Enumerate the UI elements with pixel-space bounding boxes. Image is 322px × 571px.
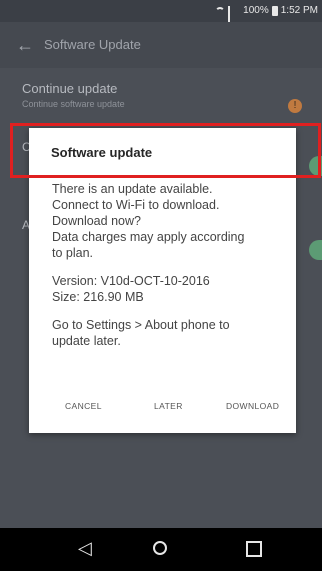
list-item-subtitle: Continue software update <box>22 99 125 109</box>
list-item-continue-update[interactable]: Continue update Continue software update… <box>22 81 312 113</box>
version-text: Version: V10d-OCT-10-2016 <box>52 274 210 288</box>
battery-icon <box>271 5 278 16</box>
page-title: Software Update <box>44 37 141 52</box>
nav-back-icon[interactable]: ◁ <box>78 538 92 559</box>
list-item-title: Continue update <box>22 81 118 96</box>
dialog-version-info: Version: V10d-OCT-10-2016 Size: 216.90 M… <box>52 273 290 305</box>
dialog-message: There is an update available. Connect to… <box>52 181 290 261</box>
highlight-box <box>10 123 321 178</box>
message-line: There is an update available. <box>52 182 213 196</box>
back-arrow-icon[interactable]: ← <box>16 35 34 56</box>
download-button[interactable]: DOWNLOAD <box>226 401 279 411</box>
hint-line: update later. <box>52 334 121 348</box>
navigation-bar: ◁ <box>0 528 322 571</box>
status-icons: 100% 1:52 PM <box>215 5 318 30</box>
dialog-body: There is an update available. Connect to… <box>52 181 290 361</box>
nav-home-icon[interactable] <box>153 541 167 555</box>
cancel-button[interactable]: CANCEL <box>65 401 102 411</box>
nav-recent-icon[interactable] <box>246 541 262 557</box>
clock: 1:52 PM <box>280 5 318 16</box>
message-line: Data charges may apply according <box>52 230 245 244</box>
later-button[interactable]: LATER <box>154 401 183 411</box>
status-bar: 100% 1:52 PM <box>0 0 322 30</box>
hint-line: Go to Settings > About phone to <box>52 318 230 332</box>
dialog-hint: Go to Settings > About phone to update l… <box>52 317 290 349</box>
alert-badge: ! <box>288 99 302 113</box>
size-text: Size: 216.90 MB <box>52 290 144 304</box>
message-line: to plan. <box>52 246 94 260</box>
signal-icon <box>228 6 240 30</box>
message-line: Connect to Wi-Fi to download. <box>52 198 220 212</box>
battery-percent: 100% <box>243 5 269 16</box>
dialog-actions: CANCEL LATER DOWNLOAD <box>29 401 296 415</box>
app-bar: ← Software Update <box>0 22 322 68</box>
toggle-indicator <box>309 240 322 260</box>
wifi-icon <box>215 6 226 15</box>
message-line: Download now? <box>52 214 141 228</box>
